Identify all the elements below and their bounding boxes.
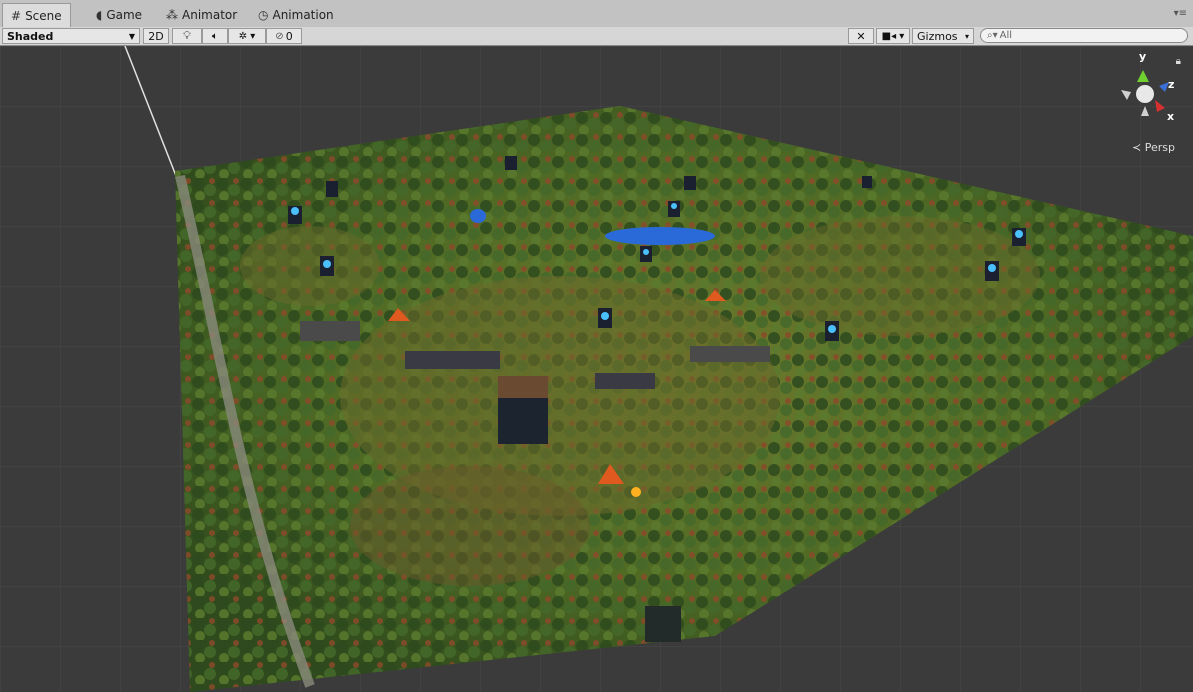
pond — [470, 209, 486, 223]
gizmos-dropdown[interactable]: Gizmos ▾ — [912, 28, 974, 44]
grid-icon: # — [11, 9, 22, 23]
gizmo-y-label: y — [1139, 50, 1147, 63]
lightbulb-icon: 💡︎ — [183, 29, 191, 42]
scene-toolbar: Shaded ▼ 2D 💡︎ 🔈︎ ✲ ▾ ⊘ 0 ✕ ■◂ ▾ Gizmos … — [0, 27, 1193, 46]
river — [605, 227, 715, 245]
stone-stairs — [300, 321, 360, 341]
tab-scene[interactable]: # Scene — [2, 3, 71, 28]
scene-search-input[interactable]: ⌕▾ All — [980, 28, 1188, 43]
lock-icon[interactable]: 🔒︎ — [1176, 56, 1181, 67]
tab-animation[interactable]: ◷ Animation — [250, 3, 342, 27]
2d-mode-button[interactable]: 2D — [143, 28, 169, 44]
2d-mode-label: 2D — [148, 29, 164, 43]
pacman-icon: ◖ — [96, 8, 103, 22]
audio-toggle[interactable]: 🔈︎ — [202, 28, 228, 44]
chevron-down-icon: ▾ — [964, 31, 969, 41]
effects-dropdown[interactable]: ✲ ▾ — [228, 28, 266, 44]
floating-rock — [645, 606, 681, 642]
tab-game-label: Game — [106, 8, 143, 22]
camera-dropdown[interactable]: ■◂ ▾ — [876, 28, 910, 44]
tab-animator-label: Animator — [182, 8, 238, 22]
stone-wall — [595, 373, 655, 389]
tools-icon: ✕ — [856, 29, 866, 43]
effects-icon: ✲ ▾ — [238, 30, 256, 42]
hidden-objects-toggle[interactable]: ⊘ 0 — [266, 28, 302, 44]
search-icon: ⌕▾ — [987, 30, 998, 41]
draw-mode-label: Shaded — [7, 29, 54, 43]
projection-label: Persp — [1144, 141, 1175, 154]
editor-tab-bar: # Scene ◖ Game ⁂ Animator ◷ Animation ▾≡ — [0, 0, 1193, 28]
clock-icon: ◷ — [258, 8, 269, 22]
chevron-down-icon: ▼ — [128, 31, 135, 41]
west-clearing — [240, 226, 380, 306]
hidden-count: 0 — [285, 29, 293, 43]
persp-icon: ≺ — [1132, 141, 1142, 154]
stone-wall — [690, 346, 770, 362]
gizmo-x-label: x — [1167, 110, 1175, 123]
tab-animator[interactable]: ⁂ Animator — [158, 3, 245, 27]
scene-render — [0, 46, 1193, 692]
tab-scene-label: Scene — [25, 9, 62, 23]
gizmos-label: Gizmos — [917, 29, 958, 43]
projection-toggle[interactable]: ≺ Persp — [1132, 141, 1175, 154]
main-tower-roof — [498, 376, 548, 398]
eye-slash-icon: ⊘ — [275, 30, 284, 42]
south-clearing — [350, 466, 590, 586]
scene-viewport[interactable]: y z x 🔒︎ ≺ Persp — [0, 46, 1193, 692]
lighting-toggle[interactable]: 💡︎ — [172, 28, 202, 44]
camera-icon: ■◂ ▾ — [881, 30, 905, 42]
stone-wall — [405, 351, 500, 369]
draw-mode-dropdown[interactable]: Shaded ▼ — [2, 28, 140, 44]
campfire — [631, 487, 641, 497]
speaker-icon: 🔈︎ — [212, 30, 218, 42]
tools-button[interactable]: ✕ — [848, 28, 874, 44]
animator-icon: ⁂ — [166, 8, 178, 22]
scene-gizmo[interactable]: y z x — [1115, 50, 1175, 130]
tab-game[interactable]: ◖ Game — [88, 3, 150, 27]
gizmo-z-label: z — [1168, 78, 1175, 91]
tab-animation-label: Animation — [272, 8, 334, 22]
search-placeholder: All — [999, 30, 1013, 41]
tab-menu-icon[interactable]: ▾≡ — [1174, 8, 1187, 19]
